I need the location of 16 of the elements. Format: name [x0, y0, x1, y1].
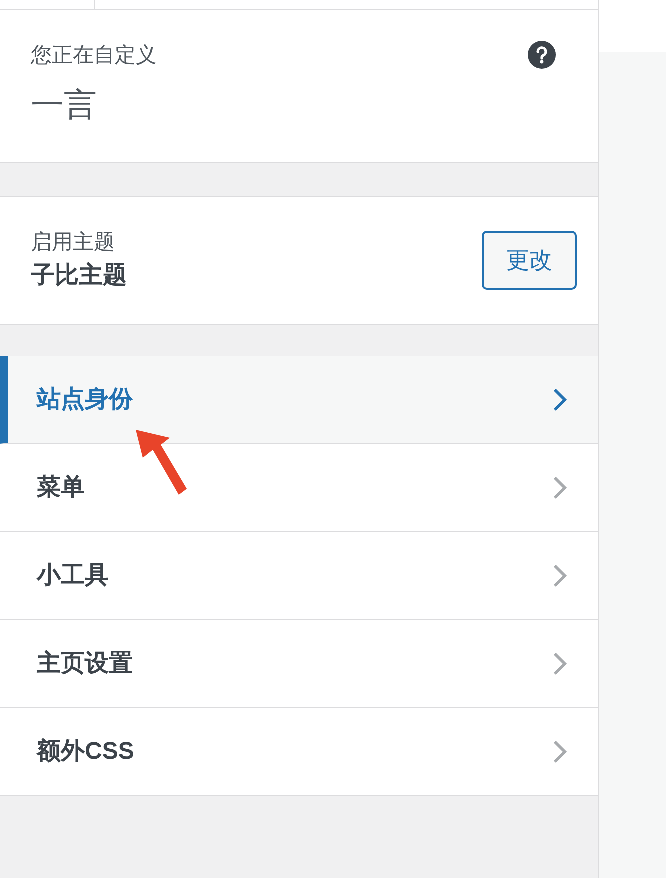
section-item[interactable]: 菜单	[0, 444, 598, 532]
theme-name: 子比主题	[31, 261, 127, 292]
chevron-right-icon	[552, 474, 568, 500]
chevron-right-icon	[552, 738, 568, 764]
help-icon[interactable]	[528, 41, 556, 69]
section-item[interactable]: 小工具	[0, 532, 598, 620]
chevron-right-icon	[552, 650, 568, 676]
site-title: 一言	[31, 84, 98, 124]
chevron-right-icon	[552, 386, 568, 412]
change-button[interactable]: 更改	[482, 231, 577, 290]
chevron-right-icon	[552, 562, 568, 588]
section-item[interactable]: 额外CSS	[0, 708, 598, 796]
theme-label: 启用主题	[31, 230, 116, 256]
section-item[interactable]: 主页设置	[0, 620, 598, 708]
section-item[interactable]: 站点身份	[0, 356, 598, 444]
customizing-label: 您正在自定义	[31, 43, 157, 69]
